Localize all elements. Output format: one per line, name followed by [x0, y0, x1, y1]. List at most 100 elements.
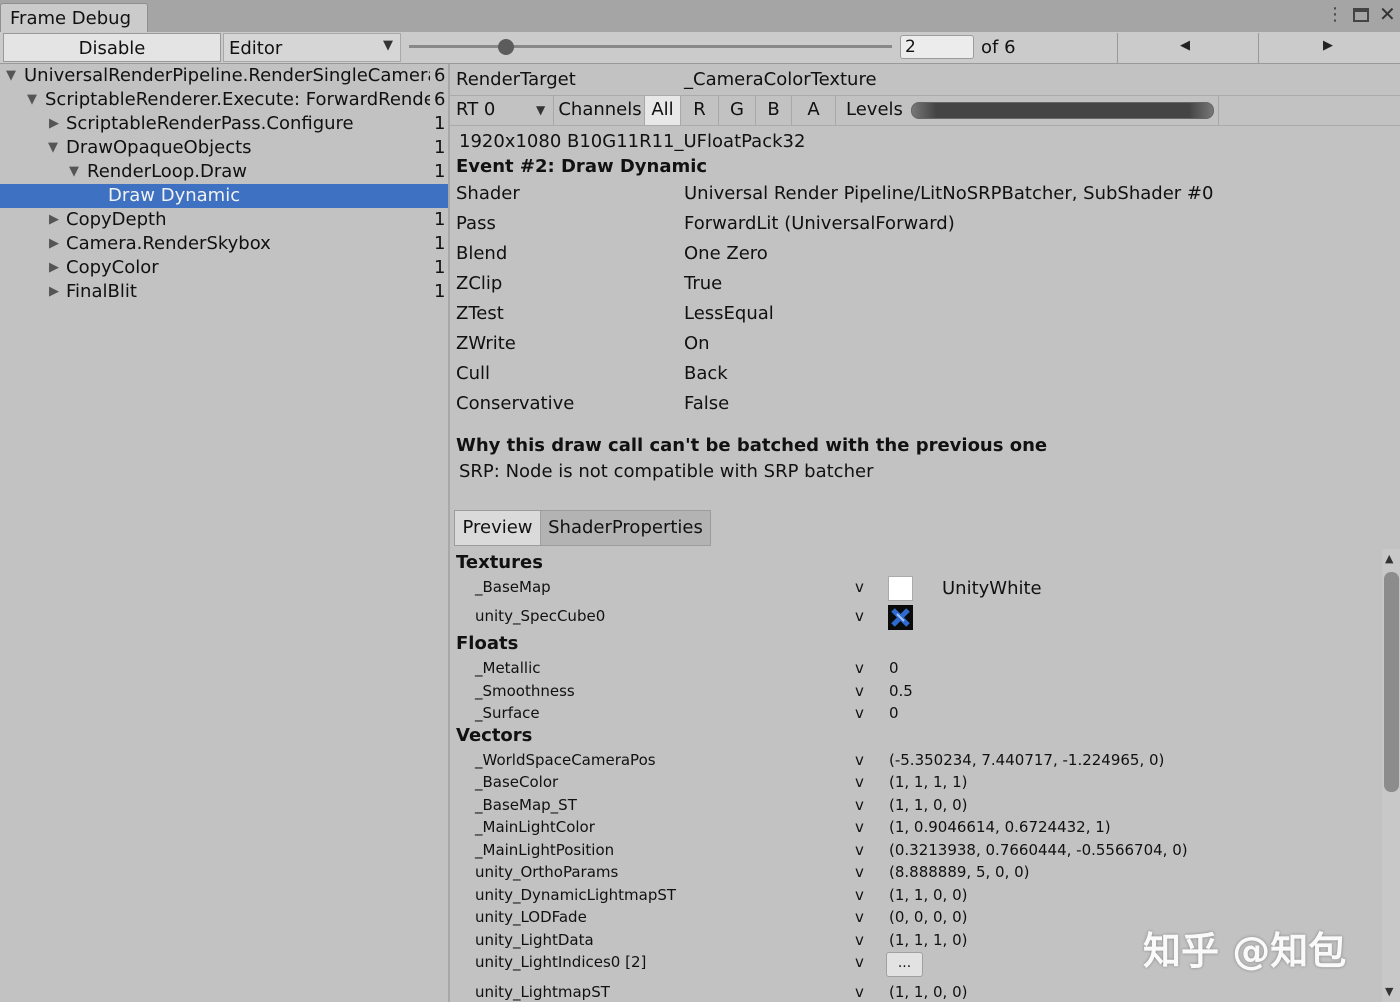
detail-value: Back [684, 363, 728, 384]
property-name: unity_DynamicLightmapST [475, 886, 677, 904]
detail-key: Shader [456, 183, 520, 204]
tree-item[interactable]: ▼ UniversalRenderPipeline.RenderSingleCa… [0, 64, 448, 88]
cubemap-thumbnail-icon[interactable] [888, 605, 913, 630]
target-dropdown[interactable]: Editor [223, 33, 401, 62]
frame-number-input[interactable]: 2 [900, 35, 974, 59]
tree-item[interactable]: ▼ DrawOpaqueObjects 1 [0, 136, 448, 160]
property-name: unity_LightmapST [475, 983, 610, 1001]
property-value: (1, 0.9046614, 0.6724432, 1) [889, 818, 1111, 836]
split-divider[interactable] [448, 64, 450, 1002]
tree-item[interactable]: ▼ RenderLoop.Draw 1 [0, 160, 448, 184]
scroll-up-icon[interactable]: ▲ [1385, 552, 1393, 565]
tab-frame-debug[interactable]: Frame Debug [0, 3, 148, 32]
tree-item-count: 1 [434, 281, 446, 302]
close-icon[interactable]: ✕ [1379, 2, 1396, 26]
texture-thumbnail[interactable] [888, 576, 913, 601]
property-value: (1, 1, 0, 0) [889, 796, 968, 814]
frame-slider-thumb[interactable] [497, 39, 514, 55]
detail-value: LessEqual [684, 303, 774, 324]
tree-item-count: 1 [434, 161, 446, 182]
property-stage: v [855, 659, 864, 677]
property-name: unity_SpecCube0 [475, 607, 606, 625]
levels-range-slider[interactable] [911, 102, 1214, 119]
tree-item[interactable]: ▶ ScriptableRenderPass.Configure 1 [0, 112, 448, 136]
property-value: (-5.350234, 7.440717, -1.224965, 0) [889, 751, 1165, 769]
detail-key: Pass [456, 213, 496, 234]
render-target-label: RenderTarget [456, 69, 576, 90]
toolbar-divider [1218, 96, 1219, 125]
expanded-arrow-icon[interactable]: ▼ [6, 68, 16, 83]
detail-key: Cull [456, 363, 490, 384]
detail-value: One Zero [684, 243, 768, 264]
property-stage: v [855, 931, 864, 949]
channel-r-button[interactable]: R [681, 96, 719, 125]
tree-item-count: 1 [434, 113, 446, 134]
frame-slider[interactable] [409, 45, 892, 48]
tree-item[interactable]: ▶ CopyColor 1 [0, 256, 448, 280]
next-event-icon[interactable]: ▶ [1323, 38, 1333, 53]
tree-item-count: 1 [434, 257, 446, 278]
tree-item[interactable]: ▶ FinalBlit 1 [0, 280, 448, 304]
expanded-arrow-icon[interactable]: ▼ [48, 140, 58, 155]
property-value: (0, 0, 0, 0) [889, 908, 968, 926]
collapsed-arrow-icon[interactable]: ▶ [49, 212, 59, 227]
kebab-menu-icon[interactable]: ⋮ [1326, 4, 1344, 25]
property-name: _WorldSpaceCameraPos [475, 751, 656, 769]
property-stage: v [855, 886, 864, 904]
previous-event-icon[interactable]: ◀ [1180, 38, 1190, 53]
event-title: Event #2: Draw Dynamic [456, 156, 708, 177]
array-expand-button[interactable]: ... [886, 952, 923, 977]
property-name: unity_OrthoParams [475, 863, 619, 881]
disable-button[interactable]: Disable [3, 33, 221, 62]
render-target-value: _CameraColorTexture [684, 69, 877, 90]
tree-item[interactable]: ▶ Camera.RenderSkybox 1 [0, 232, 448, 256]
property-value: (8.888889, 5, 0, 0) [889, 863, 1030, 881]
property-name: _BaseColor [475, 773, 559, 791]
tab-shader-properties[interactable]: ShaderProperties [541, 511, 710, 545]
tab-preview[interactable]: Preview [455, 511, 541, 545]
rt-select-dropdown[interactable]: RT 0 ▼ [450, 96, 554, 125]
rt-select-value: RT 0 [456, 99, 496, 120]
tree-item-selected[interactable]: Draw Dynamic [0, 184, 448, 208]
property-stage: v [855, 682, 864, 700]
scroll-down-icon[interactable]: ▼ [1385, 985, 1393, 998]
tree-item-label: ScriptableRenderer.Execute: ForwardRende… [45, 89, 430, 110]
floats-heading: Floats [456, 633, 519, 654]
property-value: 0 [889, 704, 899, 722]
tree-item-label: Camera.RenderSkybox [66, 233, 271, 254]
collapsed-arrow-icon[interactable]: ▶ [49, 236, 59, 251]
tree-item[interactable]: ▼ ScriptableRenderer.Execute: ForwardRen… [0, 88, 448, 112]
tree-item-label: ScriptableRenderPass.Configure [66, 113, 354, 134]
property-name: _BaseMap_ST [475, 796, 577, 814]
collapsed-arrow-icon[interactable]: ▶ [49, 284, 59, 299]
property-stage: v [855, 704, 864, 722]
property-name: unity_LODFade [475, 908, 587, 926]
tree-item[interactable]: ▶ CopyDepth 1 [0, 208, 448, 232]
detail-key: Blend [456, 243, 508, 264]
tree-item-label: UniversalRenderPipeline.RenderSingleCame… [24, 65, 430, 86]
maximize-icon[interactable] [1353, 8, 1369, 22]
window-tab-bar [0, 0, 1400, 32]
channel-all-button[interactable]: All [645, 96, 681, 125]
expanded-arrow-icon[interactable]: ▼ [69, 164, 79, 179]
channel-b-button[interactable]: B [756, 96, 792, 125]
channel-a-button[interactable]: A [792, 96, 836, 125]
property-value: (1, 1, 0, 0) [889, 983, 968, 1001]
property-stage: v [855, 751, 864, 769]
property-stage: v [855, 818, 864, 836]
scrollbar-thumb[interactable] [1384, 572, 1399, 792]
property-stage: v [855, 983, 864, 1001]
tree-item-label: RenderLoop.Draw [87, 161, 247, 182]
channel-g-button[interactable]: G [719, 96, 756, 125]
tree-item-label: Draw Dynamic [108, 185, 241, 206]
collapsed-arrow-icon[interactable]: ▶ [49, 116, 59, 131]
textures-heading: Textures [456, 552, 543, 573]
batch-reason: SRP: Node is not compatible with SRP bat… [459, 461, 874, 482]
tree-item-label: FinalBlit [66, 281, 137, 302]
property-stage: v [855, 863, 864, 881]
expanded-arrow-icon[interactable]: ▼ [27, 92, 37, 107]
property-name: unity_LightData [475, 931, 594, 949]
levels-label: Levels [846, 99, 903, 120]
chevron-down-icon[interactable]: ▼ [383, 38, 393, 53]
collapsed-arrow-icon[interactable]: ▶ [49, 260, 59, 275]
